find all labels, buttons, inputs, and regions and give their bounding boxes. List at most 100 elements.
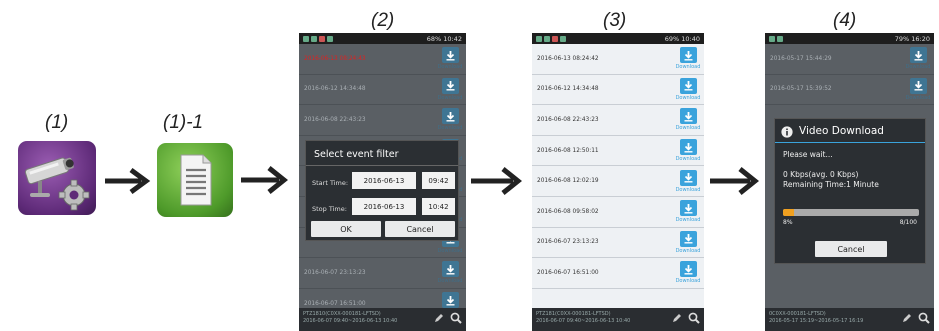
search-icon[interactable] (450, 312, 462, 324)
document-icon (180, 154, 212, 206)
download-icon (679, 108, 697, 125)
download-button[interactable]: Download (437, 47, 463, 70)
download-button[interactable]: Download (675, 200, 701, 223)
step-label-3: (3) (603, 10, 627, 31)
download-button[interactable]: Download (675, 47, 701, 70)
stop-time-field[interactable]: 10:42 (422, 198, 455, 215)
event-row[interactable]: 2016-06-12 14:34:48 Download (532, 75, 704, 106)
search-icon[interactable] (918, 312, 930, 324)
download-button[interactable]: Download (437, 261, 463, 284)
event-filter-dialog: Select event filter Start Time: 2016-06-… (305, 140, 459, 241)
search-icon[interactable] (688, 312, 700, 324)
download-icon (679, 139, 697, 156)
download-label: Download (905, 94, 931, 101)
download-label: Download (675, 278, 701, 285)
progress-fill (783, 209, 794, 216)
download-icon (679, 230, 697, 247)
download-icon (679, 169, 697, 186)
step-label-1-1: (1)-1 (163, 112, 204, 133)
download-label: Download (437, 247, 463, 254)
step-label-4: (4) (833, 10, 857, 31)
progress-count: 8/100 (899, 219, 917, 226)
event-row[interactable]: 2016-06-13 08:24:43 Download (299, 44, 466, 75)
download-icon (679, 77, 697, 94)
download-label: Download (437, 125, 463, 132)
document-app-icon[interactable] (157, 143, 233, 217)
event-datetime: 2016-06-07 23:13:23 (304, 269, 366, 276)
event-row[interactable]: 2016-06-07 23:13:23 Download (532, 228, 704, 259)
start-date-field[interactable]: 2016-06-13 (352, 172, 416, 189)
status-bar: 69% 10:40 (532, 33, 704, 44)
download-button[interactable]: Download (675, 77, 701, 101)
start-time-field[interactable]: 09:42 (422, 172, 455, 189)
bottom-bar: PTZ1810(C0XX-000181-LFTSD) 2016-06-07 09… (299, 308, 466, 331)
event-datetime: 2016-06-07 16:51:00 (304, 300, 366, 307)
event-row[interactable]: 2016-06-12 14:34:48 Download (299, 75, 466, 106)
download-label: Download (437, 64, 463, 71)
event-row[interactable]: 2016-06-08 09:58:02 Download (532, 197, 704, 228)
download-button[interactable]: Download (675, 230, 701, 254)
download-label: Download (437, 278, 463, 285)
event-row[interactable]: 2016-06-08 12:50:11 Download (532, 136, 704, 167)
event-datetime: 2016-05-17 15:39:52 (770, 86, 832, 93)
event-row[interactable]: 2016-05-17 15:39:52 Download (765, 75, 934, 106)
phone-screen-event-list: 69% 10:40 2016-06-13 08:24:42 Download 201… (532, 33, 704, 331)
download-icon (679, 261, 697, 278)
download-label: Download (675, 125, 701, 132)
download-button[interactable]: Download (437, 108, 463, 131)
event-row[interactable]: 2016-06-08 22:43:23 Download (299, 105, 466, 136)
event-datetime: 2016-06-07 16:51:00 (537, 269, 599, 276)
rate-text: 0 Kbps(avg. 0 Kbps) (783, 170, 859, 179)
download-button[interactable]: Download (437, 77, 463, 101)
pencil-icon[interactable] (434, 313, 444, 323)
camera-settings-app-icon[interactable] (18, 141, 96, 215)
cancel-button[interactable]: Cancel (385, 221, 455, 237)
download-icon (441, 47, 459, 64)
download-button[interactable]: Download (905, 47, 931, 70)
progress-percent: 8% (783, 219, 793, 226)
download-label: Download (675, 94, 701, 101)
arrow-right-icon (241, 166, 289, 194)
bottom-bar: PTZ181(C0XX-000181-LFTSD) 2016-06-07 09:… (532, 308, 704, 331)
download-label: Download (675, 64, 701, 71)
event-row[interactable]: 2016-05-17 15:44:29 Download (765, 44, 934, 75)
event-row[interactable]: 2016-06-07 16:51:00 Download (532, 258, 704, 289)
pencil-icon[interactable] (902, 313, 912, 323)
info-icon (781, 126, 793, 138)
please-wait-text: Please wait... (783, 150, 833, 159)
pencil-icon[interactable] (672, 313, 682, 323)
video-download-dialog: Video Download Please wait... 0 Kbps(avg… (774, 118, 926, 264)
cancel-button[interactable]: Cancel (815, 241, 887, 257)
event-datetime: 2016-06-12 14:34:48 (304, 86, 366, 93)
step-label-2: (2) (371, 10, 395, 31)
download-button[interactable]: Download (675, 169, 701, 193)
event-list: 2016-05-17 15:44:29 Download 2016-05-17 15… (765, 44, 934, 106)
download-button[interactable]: Download (675, 139, 701, 162)
event-datetime: 2016-06-08 22:43:23 (304, 116, 366, 123)
download-button[interactable]: Download (675, 261, 701, 284)
bottom-bar: 0C0XX-000181-LFTSD) 2016-05-17 15:19~201… (765, 308, 934, 331)
dialog-title: Select event filter (314, 149, 399, 160)
event-list: 2016-06-13 08:24:42 Download 2016-06-12 14… (532, 44, 704, 289)
download-icon (679, 47, 697, 64)
start-time-label: Start Time: (312, 179, 349, 187)
download-label: Download (675, 247, 701, 254)
event-datetime: 2016-06-08 09:58:02 (537, 208, 599, 215)
event-row[interactable]: 2016-06-08 12:02:19 Download (532, 166, 704, 197)
download-button[interactable]: Download (905, 77, 931, 101)
event-datetime: 2016-06-08 22:43:23 (537, 116, 599, 123)
event-datetime: 2016-06-12 14:34:48 (537, 86, 599, 93)
stop-date-field[interactable]: 2016-06-13 (352, 198, 416, 215)
download-button[interactable]: Download (675, 108, 701, 131)
status-bar: 68% 10:42 (299, 33, 466, 44)
event-row[interactable]: 2016-06-08 22:43:23 Download (532, 105, 704, 136)
status-bar-right: 68% 10:42 (426, 34, 462, 43)
event-row[interactable]: 2016-06-13 08:24:42 Download (532, 44, 704, 75)
stop-time-label: Stop Time: (312, 205, 347, 213)
event-datetime: 2016-06-08 12:02:19 (537, 178, 599, 185)
download-label: Download (675, 156, 701, 163)
event-row[interactable]: 2016-06-07 23:13:23 Download (299, 258, 466, 289)
ok-button[interactable]: OK (311, 221, 381, 237)
download-icon (441, 108, 459, 125)
download-label: Download (437, 94, 463, 101)
